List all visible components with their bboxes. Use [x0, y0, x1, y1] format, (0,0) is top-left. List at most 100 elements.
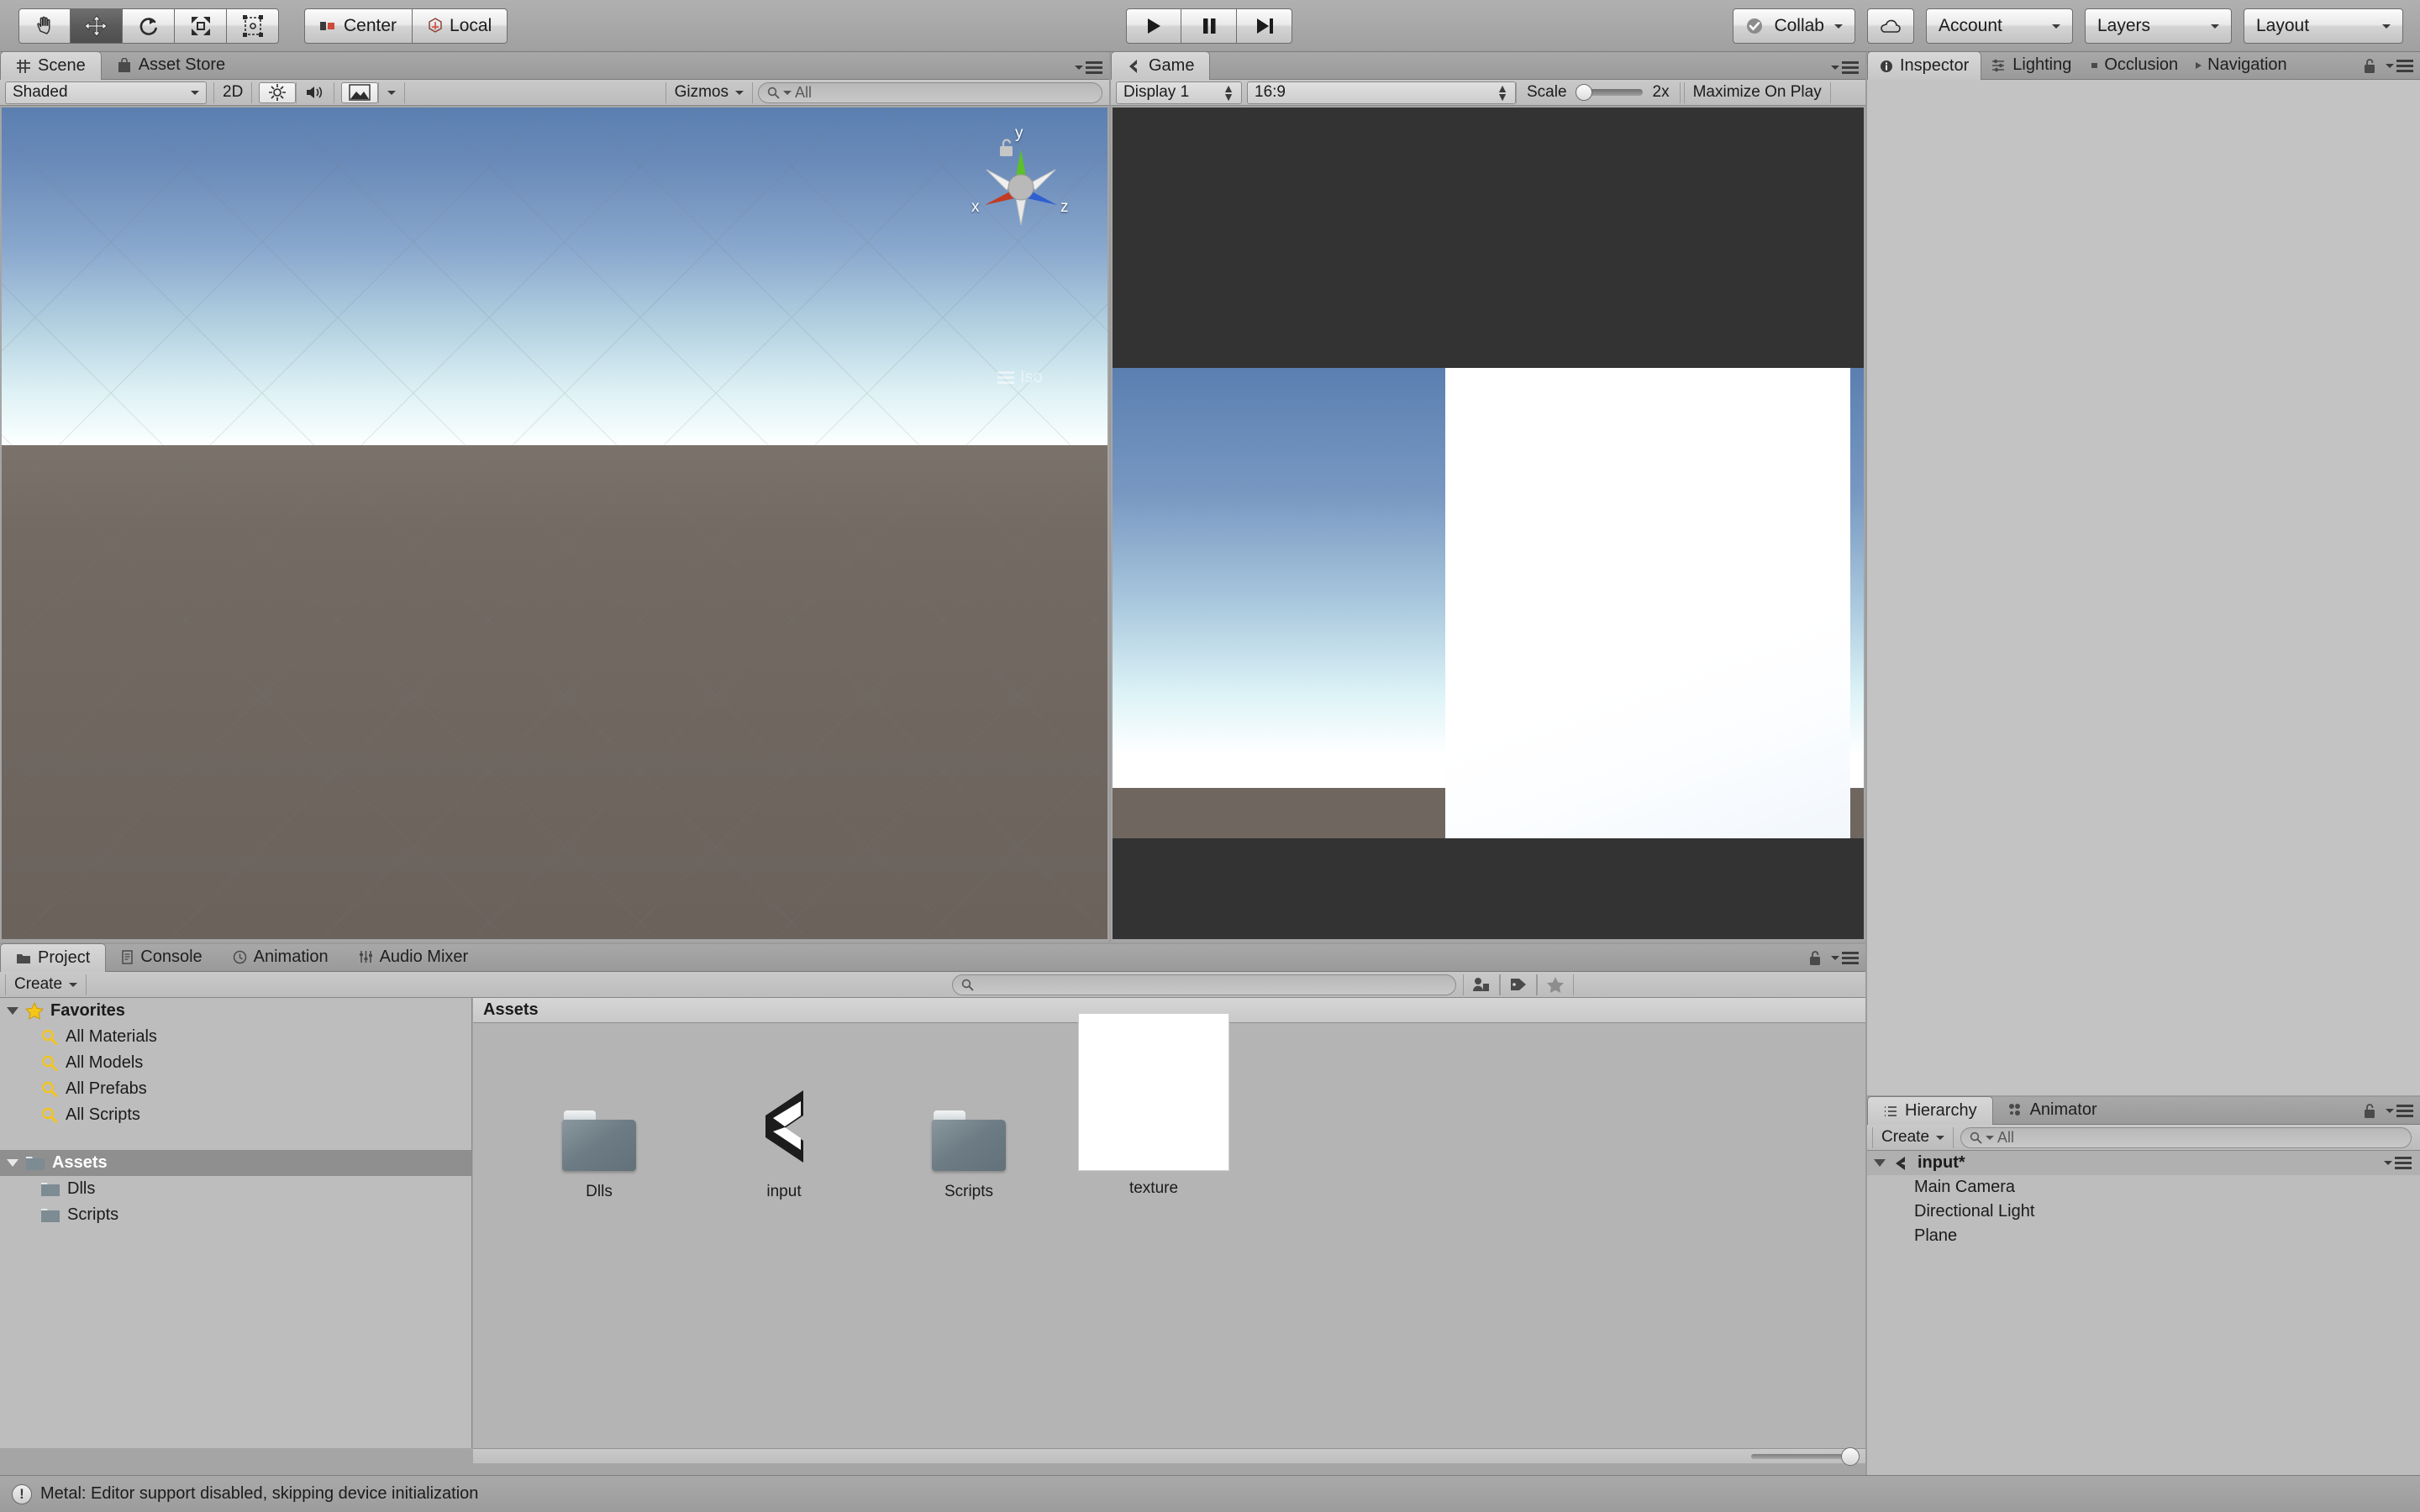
lock-open-icon[interactable]: [2363, 1103, 2377, 1119]
draw-mode-dropdown[interactable]: Shaded: [5, 81, 207, 104]
hierarchy-tree[interactable]: input* Main Camera Directional Light Pla…: [1867, 1151, 2420, 1475]
tab-game[interactable]: Game: [1111, 51, 1211, 80]
chevron-down-icon[interactable]: [7, 1159, 18, 1167]
asset-size-slider-knob[interactable]: [1841, 1446, 1860, 1466]
scale-slider-knob[interactable]: [1575, 84, 1592, 101]
tree-item-all-scripts[interactable]: All Scripts: [0, 1102, 471, 1128]
hierarchy-item-main-camera[interactable]: Main Camera: [1867, 1175, 2420, 1200]
tree-item-all-models[interactable]: All Models: [0, 1050, 471, 1076]
pivot-mode-button[interactable]: Center: [304, 8, 413, 44]
scene-orientation-gizmo[interactable]: y x z: [966, 124, 1076, 242]
project-folder-tree[interactable]: Favorites All Materials All Models All P…: [0, 998, 472, 1448]
asset-item-texture[interactable]: texture: [1078, 1013, 1229, 1201]
aspect-dropdown[interactable]: 16:9 ▲ ▼: [1247, 81, 1516, 104]
scene-viewport[interactable]: y x z Iso: [2, 108, 1107, 939]
project-create-button[interactable]: Create: [5, 974, 87, 995]
gizmos-dropdown-button[interactable]: Gizmos: [665, 81, 753, 103]
step-button[interactable]: [1237, 8, 1292, 44]
tree-item-scripts[interactable]: Scripts: [0, 1202, 471, 1228]
hand-tool-button[interactable]: [18, 8, 71, 44]
hierarchy-scene-menu-button[interactable]: [2384, 1157, 2412, 1169]
tree-item-dlls[interactable]: Dlls: [0, 1176, 471, 1202]
scene-grid-icon: [17, 59, 30, 73]
cloud-button[interactable]: [1867, 8, 1914, 44]
scene-gizmo-lock-button[interactable]: [997, 138, 1016, 163]
tab-asset-store[interactable]: Asset Store: [102, 51, 240, 79]
inspector-panel-menu-button[interactable]: [2386, 60, 2413, 72]
scale-slider-control[interactable]: Scale 2x: [1516, 81, 1681, 103]
tab-animation[interactable]: Animation: [218, 943, 344, 971]
project-panel-menu-button[interactable]: [1831, 952, 1859, 964]
lock-open-icon[interactable]: [2363, 58, 2377, 74]
handle-rotation-button[interactable]: Local: [413, 8, 508, 44]
asset-thumb: [523, 1045, 675, 1171]
toggle-2d-button[interactable]: 2D: [213, 81, 253, 103]
tree-item-all-materials[interactable]: All Materials: [0, 1024, 471, 1050]
layers-label: Layers: [2097, 16, 2151, 35]
tab-navigation[interactable]: Navigation: [2186, 51, 2296, 79]
lock-open-icon[interactable]: [1808, 950, 1823, 966]
tab-animation-label: Animation: [253, 948, 329, 966]
tree-item-label: Favorites: [50, 1001, 125, 1020]
chevron-down-icon: [1831, 66, 1839, 70]
panel-menu-icon: [2396, 1105, 2413, 1117]
hierarchy-create-button[interactable]: Create: [1872, 1126, 1954, 1148]
tab-audio-mixer[interactable]: Audio Mixer: [344, 943, 484, 971]
toggle-lighting-button[interactable]: [259, 81, 297, 103]
asset-size-slider[interactable]: [1751, 1446, 1860, 1466]
hierarchy-search-input[interactable]: All: [1960, 1126, 2412, 1148]
rect-tool-button[interactable]: [227, 8, 279, 44]
tab-occlusion[interactable]: Occlusion: [2081, 51, 2186, 79]
hierarchy-scene-row[interactable]: input*: [1867, 1151, 2420, 1175]
move-tool-button[interactable]: [71, 8, 123, 44]
tab-lighting[interactable]: Lighting: [1981, 51, 2081, 79]
toggle-effects-button[interactable]: [341, 81, 379, 103]
play-button[interactable]: [1126, 8, 1181, 44]
display-dropdown[interactable]: Display 1 ▲ ▼: [1116, 81, 1242, 104]
chevron-down-icon[interactable]: [7, 1007, 18, 1015]
tab-project[interactable]: Project: [0, 943, 107, 972]
layout-button[interactable]: Layout: [2244, 8, 2403, 44]
tab-hierarchy[interactable]: Hierarchy: [1867, 1096, 1993, 1125]
tree-item-all-prefabs[interactable]: All Prefabs: [0, 1076, 471, 1102]
game-panel-menu-button[interactable]: [1831, 61, 1859, 74]
filter-by-label-button[interactable]: [1500, 974, 1538, 995]
asset-item-input[interactable]: input: [708, 1045, 860, 1201]
maximize-on-play-button[interactable]: Maximize On Play: [1683, 81, 1831, 103]
scene-projection-toggle[interactable]: Iso: [997, 368, 1043, 387]
effects-dropdown-button[interactable]: [378, 81, 406, 103]
inspector-panel-tab-options: [2363, 58, 2413, 74]
tab-inspector[interactable]: Inspector: [1867, 51, 1982, 80]
scale-tool-button[interactable]: [175, 8, 227, 44]
filter-by-type-button[interactable]: [1463, 974, 1501, 995]
status-bar[interactable]: ! Metal: Editor support disabled, skippi…: [0, 1475, 2420, 1512]
scale-slider-track[interactable]: [1575, 84, 1643, 101]
tab-hierarchy-label: Hierarchy: [1905, 1101, 1977, 1120]
game-viewport[interactable]: [1113, 108, 1864, 939]
tab-animator[interactable]: Animator: [1993, 1096, 2112, 1124]
toggle-audio-button[interactable]: [296, 81, 335, 103]
tab-console[interactable]: Console: [106, 943, 217, 971]
tab-scene[interactable]: Scene: [0, 51, 102, 80]
rotate-tool-button[interactable]: [123, 8, 175, 44]
layers-button[interactable]: Layers: [2085, 8, 2232, 44]
scene-panel-menu-button[interactable]: [1075, 61, 1102, 74]
hierarchy-panel-menu-button[interactable]: [2386, 1105, 2413, 1117]
chevron-down-icon[interactable]: [1874, 1159, 1886, 1167]
tree-item-assets[interactable]: Assets: [0, 1150, 471, 1176]
tree-item-favorites[interactable]: Favorites: [0, 998, 471, 1024]
hierarchy-item-plane[interactable]: Plane: [1867, 1224, 2420, 1248]
account-button[interactable]: Account: [1926, 8, 2073, 44]
pause-button[interactable]: [1181, 8, 1237, 44]
asset-store-icon: [118, 57, 130, 72]
scene-search-input[interactable]: All: [758, 81, 1102, 103]
hierarchy-item-directional-light[interactable]: Directional Light: [1867, 1200, 2420, 1224]
account-label: Account: [1939, 16, 2002, 35]
asset-item-dlls[interactable]: Dlls: [523, 1045, 675, 1201]
collab-button[interactable]: Collab: [1733, 8, 1855, 44]
asset-item-scripts[interactable]: Scripts: [893, 1045, 1044, 1201]
asset-breadcrumb-label: Assets: [483, 1000, 539, 1019]
filter-favorite-button[interactable]: [1537, 974, 1575, 995]
navigation-icon: [2196, 61, 2202, 69]
project-search-input[interactable]: [952, 974, 1457, 995]
